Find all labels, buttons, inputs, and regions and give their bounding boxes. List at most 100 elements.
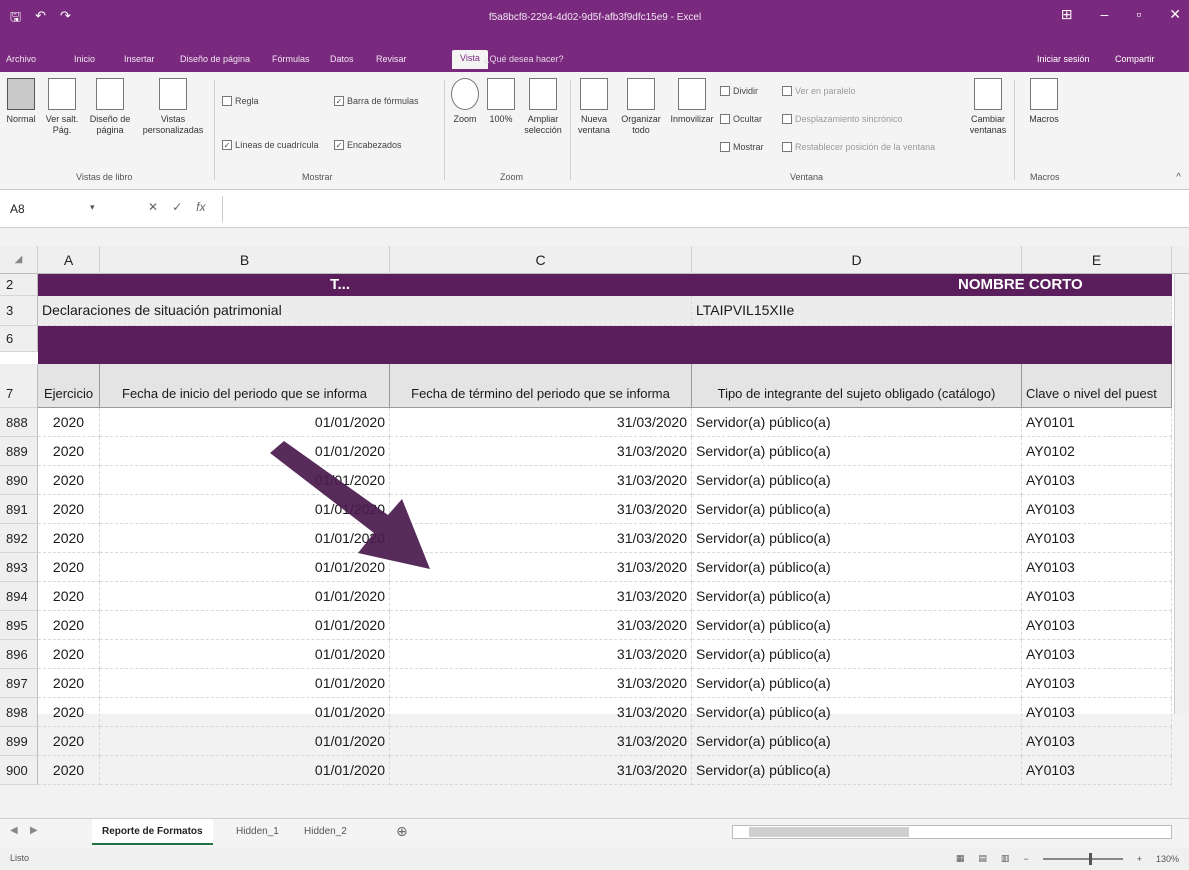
cell-tipo-integrante[interactable]: Servidor(a) público(a) xyxy=(692,408,1022,437)
formula-input[interactable] xyxy=(222,196,1180,222)
row-header[interactable]: 893 xyxy=(0,553,38,582)
tab-view[interactable]: Vista xyxy=(452,50,488,69)
tab-home[interactable]: Inicio xyxy=(74,54,95,64)
cell-clave-nivel[interactable]: AY0102 xyxy=(1022,437,1172,466)
enter-icon[interactable]: ✓ xyxy=(172,200,182,214)
normal-view-button[interactable]: Normal xyxy=(4,78,38,125)
cell-ejercicio[interactable]: 2020 xyxy=(38,698,100,727)
close-button[interactable]: ✕ xyxy=(1169,6,1181,23)
cell-fecha-inicio[interactable]: 01/01/2020 xyxy=(100,727,390,756)
cell-clave-nivel[interactable]: AY0103 xyxy=(1022,611,1172,640)
undo-icon[interactable]: ↶ xyxy=(35,8,46,30)
tab-insert[interactable]: Insertar xyxy=(124,54,155,64)
cell-short-name[interactable]: LTAIPVIL15XIIe xyxy=(692,296,1172,326)
sheet-tab-hidden-2[interactable]: Hidden_2 xyxy=(294,819,357,845)
cancel-icon[interactable]: ✕ xyxy=(148,200,158,214)
cell-tipo-integrante[interactable]: Servidor(a) público(a) xyxy=(692,553,1022,582)
cell-ejercicio[interactable]: 2020 xyxy=(38,524,100,553)
cell-fecha-termino[interactable]: 31/03/2020 xyxy=(390,611,692,640)
hide-toggle[interactable]: Ocultar xyxy=(720,114,762,124)
maximize-button[interactable]: ▫ xyxy=(1136,6,1141,23)
cell-fecha-termino[interactable]: 31/03/2020 xyxy=(390,640,692,669)
cell-clave-nivel[interactable]: AY0103 xyxy=(1022,582,1172,611)
row-header[interactable]: 7 xyxy=(0,364,38,408)
cell-ejercicio[interactable]: 2020 xyxy=(38,437,100,466)
name-box[interactable]: A8 xyxy=(4,199,104,219)
page-break-view-icon[interactable]: ▥ xyxy=(1001,853,1010,864)
cell-fecha-termino[interactable]: 31/03/2020 xyxy=(390,727,692,756)
headings-checkbox[interactable]: ✓ Encabezados xyxy=(334,140,402,150)
cell-fecha-termino[interactable]: 31/03/2020 xyxy=(390,756,692,785)
header-fecha-inicio[interactable]: Fecha de inicio del periodo que se infor… xyxy=(100,364,390,408)
minimize-button[interactable]: – xyxy=(1101,6,1109,23)
cell-clave-nivel[interactable]: AY0103 xyxy=(1022,640,1172,669)
cell-ejercicio[interactable]: 2020 xyxy=(38,466,100,495)
normal-view-icon[interactable]: ▦ xyxy=(956,853,965,864)
cell-fecha-inicio[interactable]: 01/01/2020 xyxy=(100,669,390,698)
new-window-button[interactable]: Nueva ventana xyxy=(574,78,614,136)
tab-review[interactable]: Revisar xyxy=(376,54,407,64)
redo-icon[interactable]: ↷ xyxy=(60,8,71,30)
cell-ejercicio[interactable]: 2020 xyxy=(38,727,100,756)
cell-fecha-termino[interactable]: 31/03/2020 xyxy=(390,582,692,611)
sync-scroll-toggle[interactable]: Desplazamiento sincrónico xyxy=(782,114,903,124)
tab-formulas[interactable]: Fórmulas xyxy=(272,54,310,64)
sign-in-link[interactable]: Iniciar sesión xyxy=(1037,54,1090,64)
formula-bar-checkbox[interactable]: ✓ Barra de fórmulas xyxy=(334,96,419,106)
cell-clave-nivel[interactable]: AY0103 xyxy=(1022,727,1172,756)
sheet-tab-hidden-1[interactable]: Hidden_1 xyxy=(226,819,289,845)
cell-ejercicio[interactable]: 2020 xyxy=(38,640,100,669)
zoom-selection-button[interactable]: Ampliar selección xyxy=(520,78,566,136)
custom-views-button[interactable]: Vistas personalizadas xyxy=(138,78,208,136)
reset-position-toggle[interactable]: Restablecer posición de la ventana xyxy=(782,142,935,152)
cell-ejercicio[interactable]: 2020 xyxy=(38,611,100,640)
cell-ejercicio[interactable]: 2020 xyxy=(38,582,100,611)
insert-function-button[interactable]: fx xyxy=(196,200,205,214)
cell-tipo-integrante[interactable]: Servidor(a) público(a) xyxy=(692,466,1022,495)
row-header[interactable]: 892 xyxy=(0,524,38,553)
row-header[interactable]: 894 xyxy=(0,582,38,611)
header-fecha-termino[interactable]: Fecha de término del periodo que se info… xyxy=(390,364,692,408)
zoom-out-button[interactable]: − xyxy=(1023,854,1028,864)
page-layout-view-icon[interactable]: ▤ xyxy=(978,853,987,864)
header-tipo-integrante[interactable]: Tipo de integrante del sujeto obligado (… xyxy=(692,364,1022,408)
cell-fecha-termino[interactable]: 31/03/2020 xyxy=(390,669,692,698)
sheet-tab-reporte[interactable]: Reporte de Formatos xyxy=(92,819,213,845)
cell-fecha-termino[interactable]: 31/03/2020 xyxy=(390,408,692,437)
cell-report-title[interactable]: Declaraciones de situación patrimonial xyxy=(38,296,692,326)
row-header[interactable]: 888 xyxy=(0,408,38,437)
row-header[interactable]: 899 xyxy=(0,727,38,756)
row-header[interactable]: 890 xyxy=(0,466,38,495)
row-header[interactable]: 6 xyxy=(0,326,38,352)
header-clave-nivel[interactable]: Clave o nivel del puest xyxy=(1022,364,1172,408)
header-ejercicio[interactable]: Ejercicio xyxy=(38,364,100,408)
horizontal-scrollbar[interactable] xyxy=(732,825,1172,839)
column-header-e[interactable]: E xyxy=(1022,246,1172,274)
cell-ejercicio[interactable]: 2020 xyxy=(38,756,100,785)
cell-tipo-integrante[interactable]: Servidor(a) público(a) xyxy=(692,669,1022,698)
cell-fecha-inicio[interactable]: 01/01/2020 xyxy=(100,611,390,640)
share-button[interactable]: Compartir xyxy=(1115,54,1155,64)
ruler-checkbox[interactable]: Regla xyxy=(222,96,259,106)
zoom-100-button[interactable]: 100% xyxy=(486,78,516,125)
side-by-side-toggle[interactable]: Ver en paralelo xyxy=(782,86,856,96)
freeze-panes-button[interactable]: Inmovilizar xyxy=(668,78,716,125)
cell-clave-nivel[interactable]: AY0103 xyxy=(1022,669,1172,698)
cell-fecha-termino[interactable]: 31/03/2020 xyxy=(390,698,692,727)
switch-windows-button[interactable]: Cambiar ventanas xyxy=(966,78,1010,136)
tell-me-search[interactable]: ¿Qué desea hacer? xyxy=(484,54,564,64)
worksheet-grid[interactable]: ◢ A B C D E 2 T... NOMBRE CORTO 3 Declar… xyxy=(0,246,1189,785)
vertical-scrollbar[interactable] xyxy=(1174,274,1189,714)
cell-tipo-integrante[interactable]: Servidor(a) público(a) xyxy=(692,495,1022,524)
cell-clave-nivel[interactable]: AY0103 xyxy=(1022,466,1172,495)
zoom-level[interactable]: 130% xyxy=(1156,854,1179,864)
page-break-view-button[interactable]: Ver salt. Pág. xyxy=(42,78,82,136)
cell-tipo-integrante[interactable]: Servidor(a) público(a) xyxy=(692,727,1022,756)
row-header[interactable]: 895 xyxy=(0,611,38,640)
row-header[interactable]: 891 xyxy=(0,495,38,524)
cell-ejercicio[interactable]: 2020 xyxy=(38,553,100,582)
cell-tipo-integrante[interactable]: Servidor(a) público(a) xyxy=(692,437,1022,466)
row-header[interactable]: 900 xyxy=(0,756,38,785)
new-sheet-button[interactable]: ⊕ xyxy=(396,823,408,840)
unhide-toggle[interactable]: Mostrar xyxy=(720,142,764,152)
